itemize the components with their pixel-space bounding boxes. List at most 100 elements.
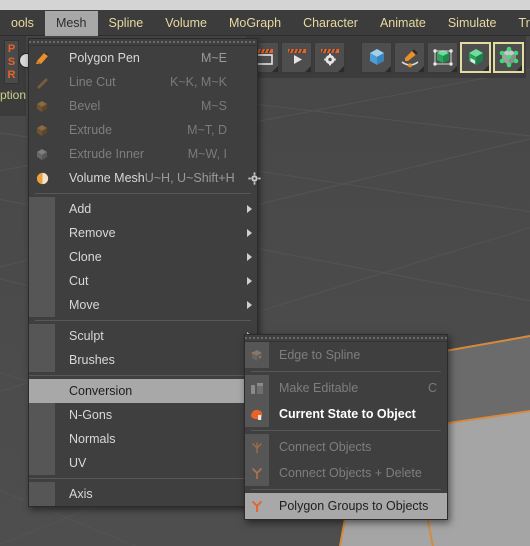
menu-item-polygon-pen[interactable]: Polygon Pen M~E	[29, 46, 257, 70]
left-tool-palette[interactable]: P S R ption	[0, 36, 34, 116]
cube-primitive-icon[interactable]	[361, 41, 392, 73]
psr-position-label[interactable]: P	[8, 43, 15, 56]
menu-mograph[interactable]: MoGraph	[218, 11, 292, 36]
main-toolbar[interactable]	[246, 36, 526, 78]
submenu-icon-slot	[29, 197, 55, 221]
edge-to-spline-icon	[245, 342, 269, 368]
menu-item-extrude-inner[interactable]: Extrude Inner M~W, I	[29, 142, 257, 166]
menu-item-label: Bevel	[69, 99, 101, 113]
options-label: ption	[0, 88, 27, 102]
submenu-item-polygon-groups-to-objects[interactable]: Polygon Groups to Objects	[245, 493, 447, 519]
toolbar-group-objects	[361, 41, 526, 73]
menu-item-n-gons[interactable]: N-Gons	[29, 403, 257, 427]
menu-character[interactable]: Character	[292, 11, 369, 36]
menu-item-cut[interactable]: Cut	[29, 269, 257, 293]
menu-item-conversion[interactable]: Conversion	[29, 379, 257, 403]
menu-item-label: Volume Mesh	[69, 171, 145, 185]
submenu-item-current-state-to-object[interactable]: Current State to Object	[245, 401, 447, 427]
submenu-item-label: Polygon Groups to Objects	[279, 499, 429, 513]
connect-objects-delete-icon	[245, 460, 269, 486]
polygon-pen-icon	[29, 46, 55, 70]
menu-item-label: Move	[69, 298, 100, 312]
menu-item-label: Add	[69, 202, 92, 216]
conversion-submenu[interactable]: Edge to Spline Make Editable C Current S…	[244, 334, 448, 520]
submenu-separator	[251, 489, 441, 490]
button-corner-marker	[451, 65, 457, 72]
menu-separator	[35, 320, 251, 321]
bevel-icon	[29, 94, 55, 118]
psr-rotation-label[interactable]: R	[8, 69, 16, 82]
submenu-item-connect-objects-delete[interactable]: Connect Objects + Delete	[245, 460, 447, 486]
menu-tracker[interactable]: Tracker	[507, 11, 530, 36]
extrude-icon	[29, 118, 55, 142]
nurbs-cage-icon[interactable]	[427, 41, 458, 73]
submenu-item-label: Make Editable	[279, 381, 359, 395]
volume-mesh-settings-gear-icon[interactable]	[245, 171, 265, 185]
make-editable-icon	[245, 375, 269, 401]
polygon-groups-icon	[245, 493, 269, 519]
menu-bar-items[interactable]: ools Mesh Spline Volume MoGraph Characte…	[0, 10, 530, 36]
menu-bar[interactable]: ools Mesh Spline Volume MoGraph Characte…	[0, 0, 530, 36]
menu-item-axis[interactable]: Axis	[29, 482, 257, 506]
psr-scale-label[interactable]: S	[8, 56, 15, 69]
menu-item-shortcut: K~K, M~K	[170, 75, 227, 89]
submenu-drag-handle[interactable]	[245, 335, 447, 342]
chevron-right-icon	[241, 301, 257, 309]
menu-item-remove[interactable]: Remove	[29, 221, 257, 245]
submenu-icon-slot	[29, 245, 55, 269]
chevron-right-icon	[241, 253, 257, 261]
submenu-item-connect-objects[interactable]: Connect Objects	[245, 434, 447, 460]
menu-item-label: UV	[69, 456, 87, 470]
submenu-icon-slot	[29, 427, 55, 451]
volume-mesh-icon	[29, 166, 55, 190]
menu-item-brushes[interactable]: Brushes	[29, 348, 257, 372]
menu-item-sculpt[interactable]: Sculpt	[29, 324, 257, 348]
menu-item-label: Conversion	[69, 384, 133, 398]
menu-separator	[35, 193, 251, 194]
submenu-item-label: Connect Objects + Delete	[279, 466, 422, 480]
menu-item-move[interactable]: Move	[29, 293, 257, 317]
menu-item-clone[interactable]: Clone	[29, 245, 257, 269]
button-corner-marker	[338, 65, 344, 72]
render-play-icon[interactable]	[281, 41, 312, 73]
menu-item-line-cut[interactable]: Line Cut K~K, M~K	[29, 70, 257, 94]
mesh-dropdown-menu[interactable]: Polygon Pen M~E Line Cut K~K, M~K Bevel …	[28, 38, 261, 507]
menu-mesh[interactable]: Mesh	[44, 10, 98, 36]
menu-item-bevel[interactable]: Bevel M~S	[29, 94, 257, 118]
button-corner-marker	[305, 65, 311, 72]
menu-item-label: Sculpt	[69, 329, 104, 343]
menu-item-extrude[interactable]: Extrude M~T, D	[29, 118, 257, 142]
menu-item-normals[interactable]: Normals	[29, 427, 257, 451]
submenu-item-make-editable[interactable]: Make Editable C	[245, 375, 447, 401]
submenu-item-edge-to-spline[interactable]: Edge to Spline	[245, 342, 447, 368]
submenu-item-label: Edge to Spline	[279, 348, 361, 362]
menu-animate[interactable]: Animate	[369, 11, 437, 36]
submenu-icon-slot	[29, 221, 55, 245]
point-mode-icon[interactable]	[493, 41, 524, 73]
menu-item-volume-mesh[interactable]: Volume Mesh U~H, U~Shift+H	[29, 166, 261, 190]
polygon-mode-icon[interactable]	[460, 41, 491, 73]
menu-drag-handle[interactable]	[29, 39, 257, 46]
toolbar-group-render	[248, 41, 347, 73]
pen-spline-icon[interactable]	[394, 41, 425, 73]
render-settings-icon[interactable]	[314, 41, 345, 73]
menu-item-label: Remove	[69, 226, 116, 240]
menu-item-label: Extrude Inner	[69, 147, 145, 161]
menu-volume[interactable]: Volume	[154, 11, 218, 36]
line-cut-icon	[29, 70, 55, 94]
menu-item-label: Extrude	[69, 123, 113, 137]
submenu-icon-slot	[29, 269, 55, 293]
submenu-item-label: Current State to Object	[279, 407, 416, 421]
menu-tools[interactable]: ools	[0, 11, 45, 36]
menu-item-shortcut: M~S	[200, 99, 227, 113]
menu-simulate[interactable]: Simulate	[437, 11, 508, 36]
psr-toggle-group[interactable]: P S R	[4, 40, 19, 84]
button-corner-marker	[418, 65, 424, 72]
connect-objects-icon	[245, 434, 269, 460]
menu-item-add[interactable]: Add	[29, 197, 257, 221]
menu-separator	[29, 375, 257, 376]
menu-item-uv[interactable]: UV	[29, 451, 257, 475]
menu-item-shortcut: M~W, I	[187, 147, 227, 161]
title-bar-strip	[0, 0, 530, 10]
menu-spline[interactable]: Spline	[98, 11, 155, 36]
